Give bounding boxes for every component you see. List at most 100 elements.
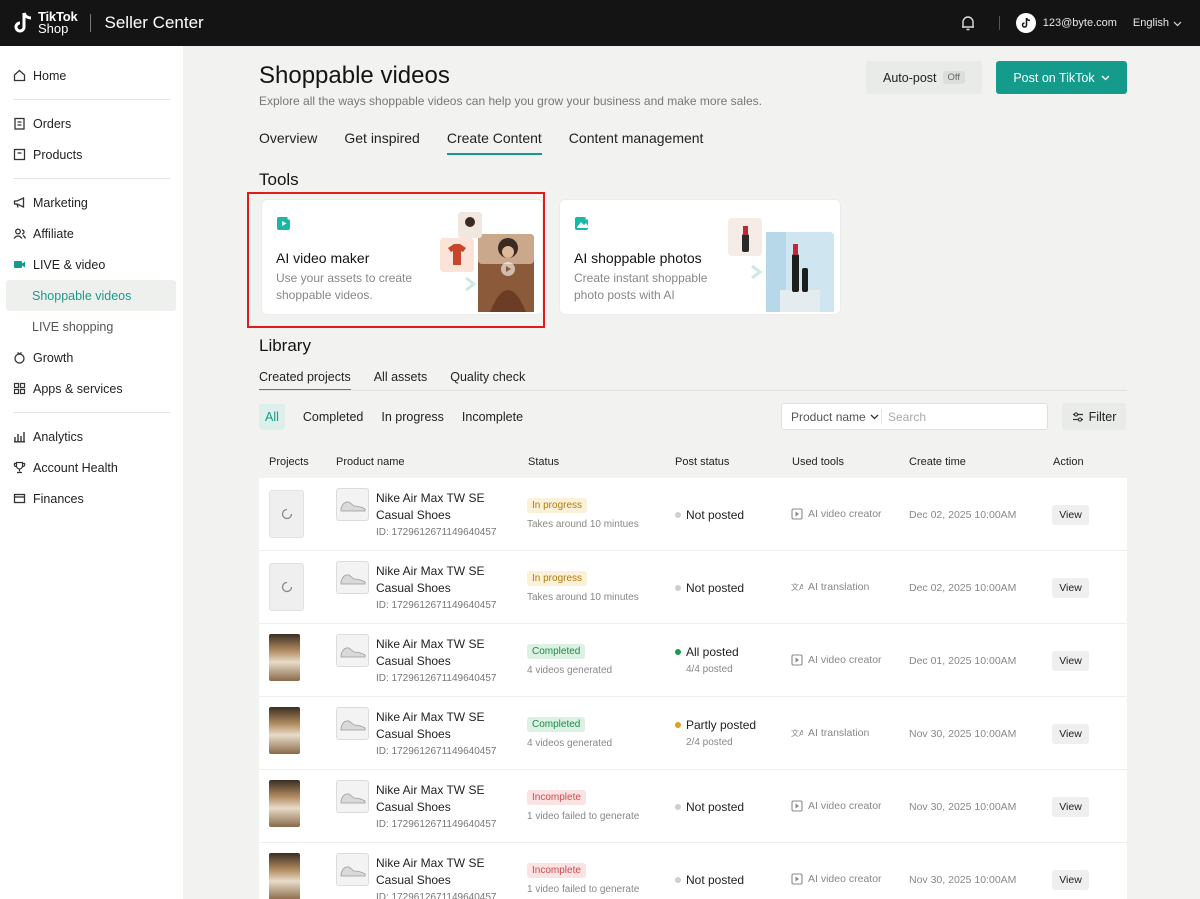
used-tool-label: AI video creator (808, 654, 882, 666)
table-row[interactable]: Nike Air Max TW SE Casual Shoes ID: 1729… (259, 697, 1127, 770)
product-id: ID: 1729612671149640457 (376, 819, 497, 830)
tiktok-logo-icon (14, 12, 32, 33)
post-status-label: Not posted (686, 800, 745, 814)
sidebar-item-analytics[interactable]: Analytics (0, 421, 183, 452)
view-button[interactable]: View (1052, 870, 1089, 890)
users-icon (13, 228, 26, 239)
post-button-label: Post on TikTok (1013, 70, 1095, 85)
status-detail: 4 videos generated (527, 665, 613, 676)
tab-all-assets[interactable]: All assets (374, 370, 428, 391)
sidebar-item-products[interactable]: Products (0, 139, 183, 170)
sidebar-item-label: Account Health (33, 460, 118, 475)
trophy-icon (13, 461, 26, 474)
ai-shoppable-photos-illustration (728, 218, 834, 312)
sidebar-item-label: Affiliate (33, 226, 74, 241)
sidebar-item-apps-services[interactable]: Apps & services (0, 373, 183, 404)
sidebar-item-live-shopping[interactable]: LIVE shopping (0, 311, 183, 342)
tab-overview[interactable]: Overview (259, 130, 317, 155)
search-field-label: Product name (791, 409, 866, 424)
post-status: Partly posted (675, 718, 756, 732)
user-email[interactable]: 123@byte.com (1043, 17, 1117, 29)
search-field-selector[interactable]: Product name (782, 409, 882, 424)
sidebar-divider (13, 99, 170, 100)
sidebar-item-home[interactable]: Home (0, 60, 183, 91)
sidebar-item-live-video[interactable]: LIVE & video (0, 249, 183, 280)
filter-label: Filter (1088, 409, 1117, 424)
tab-created-projects[interactable]: Created projects (259, 370, 351, 391)
used-tool-label: AI translation (808, 581, 870, 593)
filter-incomplete[interactable]: Incomplete (462, 410, 523, 424)
post-status: Not posted (675, 581, 744, 595)
clipboard-icon (14, 117, 25, 130)
create-time: Nov 30, 2025 10:00AM (909, 728, 1017, 740)
auto-post-toggle[interactable]: Auto-post Off (866, 61, 982, 94)
used-tool-label: AI video creator (808, 508, 882, 520)
used-tool-label: AI video creator (808, 873, 882, 885)
sidebar-item-growth[interactable]: Growth (0, 342, 183, 373)
table-row[interactable]: Nike Air Max TW SE Casual Shoes ID: 1729… (259, 770, 1127, 843)
filter-button[interactable]: Filter (1062, 403, 1126, 430)
sidebar-item-label: Growth (33, 350, 74, 365)
project-thumbnail[interactable] (269, 780, 300, 827)
sidebar-item-shoppable-videos[interactable]: Shoppable videos (6, 280, 176, 311)
product-id: ID: 1729612671149640457 (376, 600, 497, 611)
avatar[interactable] (1015, 13, 1036, 33)
page-tabs: Overview Get inspired Create Content Con… (259, 130, 703, 155)
project-thumbnail[interactable] (269, 853, 300, 899)
svg-text:文A: 文A (791, 582, 803, 592)
product-image (336, 707, 369, 740)
view-button[interactable]: View (1052, 797, 1089, 817)
sliders-icon (1072, 411, 1083, 422)
search-input[interactable]: Search (882, 410, 926, 424)
view-button[interactable]: View (1052, 724, 1089, 744)
project-thumbnail[interactable] (269, 634, 300, 681)
sidebar-item-finances[interactable]: Finances (0, 483, 183, 514)
project-loading (269, 490, 304, 538)
post-on-tiktok-button[interactable]: Post on TikTok (996, 61, 1127, 94)
used-tool-label: AI translation (808, 727, 870, 739)
status-detail: Takes around 10 mintues (527, 519, 639, 530)
tab-quality-check[interactable]: Quality check (450, 370, 525, 391)
language-selector[interactable]: English (1133, 17, 1182, 29)
table-header: Projects Product name Status Post status… (259, 446, 1127, 478)
create-time: Dec 02, 2025 10:00AM (909, 509, 1017, 521)
sidebar-item-affiliate[interactable]: Affiliate (0, 218, 183, 249)
sidebar-item-account-health[interactable]: Account Health (0, 452, 183, 483)
sidebar-item-label: Shoppable videos (32, 288, 132, 303)
view-button[interactable]: View (1052, 505, 1089, 525)
view-button[interactable]: View (1052, 578, 1089, 598)
ai-shoppable-photos-card[interactable]: AI shoppable photos Create instant shopp… (559, 199, 841, 315)
product-image (336, 853, 369, 886)
status-dot (675, 585, 681, 591)
table-row[interactable]: Nike Air Max TW SE Casual Shoes ID: 1729… (259, 478, 1127, 551)
sidebar-item-label: Marketing (33, 195, 88, 210)
product-image (336, 488, 369, 521)
status-dot (675, 722, 681, 728)
view-button[interactable]: View (1052, 651, 1089, 671)
shoe-icon (340, 792, 365, 803)
table-row[interactable]: Nike Air Max TW SE Casual Shoes ID: 1729… (259, 843, 1127, 899)
box-icon (13, 148, 26, 161)
tools-heading: Tools (259, 170, 299, 189)
filter-all[interactable]: All (259, 404, 285, 430)
post-status-label: Not posted (686, 508, 745, 522)
bell-icon[interactable] (959, 14, 977, 32)
column-header: Used tools (792, 456, 844, 468)
filter-in-progress[interactable]: In progress (381, 410, 444, 424)
filter-completed[interactable]: Completed (303, 410, 363, 424)
shoe-icon (340, 500, 365, 511)
table-row[interactable]: Nike Air Max TW SE Casual Shoes ID: 1729… (259, 624, 1127, 697)
tiktok-shop-logo[interactable]: TikTok Shop (12, 10, 78, 35)
column-header: Create time (909, 456, 966, 468)
sidebar-item-orders[interactable]: Orders (0, 108, 183, 139)
shoe-icon (340, 865, 365, 876)
wallet-icon (13, 493, 26, 504)
project-thumbnail[interactable] (269, 707, 300, 754)
status-badge: Incomplete (527, 790, 586, 805)
tab-get-inspired[interactable]: Get inspired (344, 130, 419, 155)
tab-create-content[interactable]: Create Content (446, 130, 542, 155)
sidebar-item-marketing[interactable]: Marketing (0, 187, 183, 218)
table-row[interactable]: Nike Air Max TW SE Casual Shoes ID: 1729… (259, 551, 1127, 624)
video-icon (14, 261, 25, 268)
tab-content-management[interactable]: Content management (569, 130, 704, 155)
